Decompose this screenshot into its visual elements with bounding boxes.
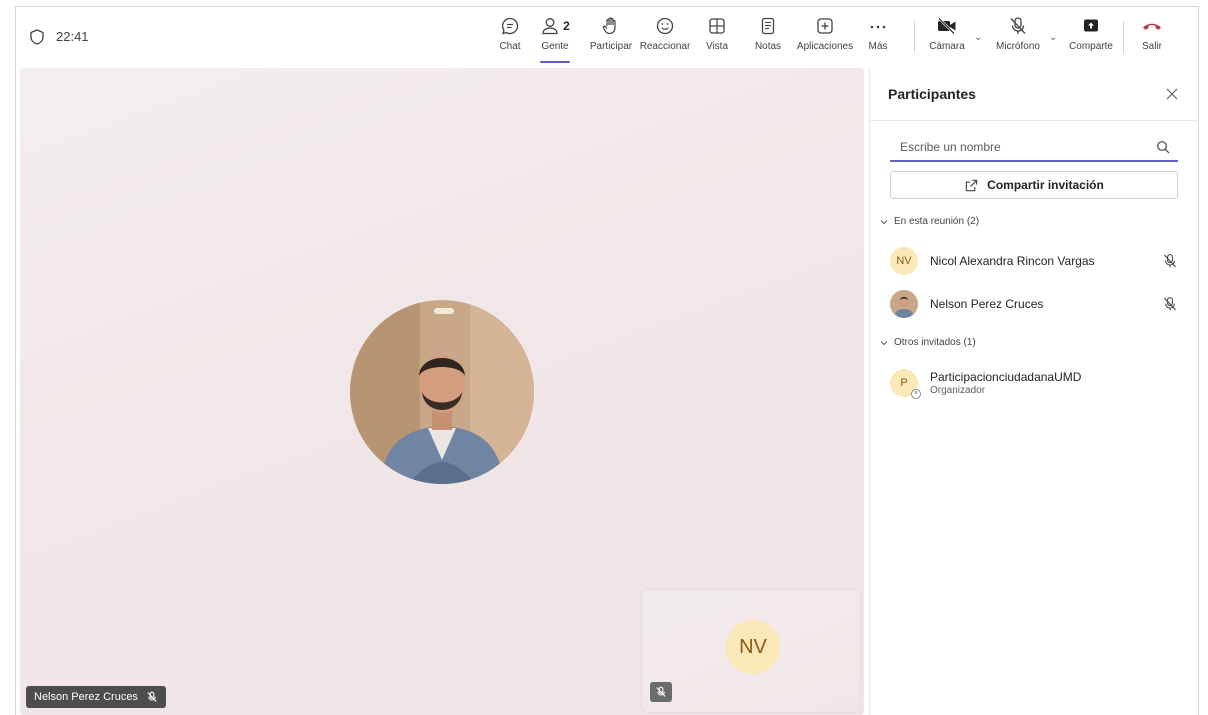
teams-meeting-window: 22:41 Chat 2 Gente Participar Reaccionar…	[0, 0, 1208, 715]
camera-off-icon	[938, 17, 956, 35]
participants-panel: Participantes Compartir invitación	[869, 68, 1199, 715]
participant-avatar	[890, 290, 918, 318]
toolbar-separator	[1123, 21, 1124, 53]
search-input[interactable]	[890, 134, 1140, 160]
leave-button[interactable]: Salir	[1137, 13, 1167, 63]
participant-row[interactable]: NV Nicol Alexandra Rincon Vargas	[890, 246, 1182, 276]
notes-button[interactable]: Notas	[749, 13, 787, 63]
participant-search	[890, 134, 1178, 162]
active-tab-indicator	[540, 61, 570, 63]
chat-button[interactable]: Chat	[492, 13, 528, 63]
more-button[interactable]: Más	[866, 13, 890, 63]
react-button[interactable]: Reaccionar	[636, 13, 694, 63]
participant-avatar: NV	[890, 247, 918, 275]
not-joined-status-icon: ×	[911, 389, 921, 399]
mic-off-icon	[1164, 297, 1176, 311]
share-icon	[965, 179, 978, 191]
panel-divider	[870, 120, 1199, 121]
mic-off-icon	[1164, 254, 1176, 268]
participant-photo	[890, 290, 918, 318]
mic-off-icon	[147, 691, 157, 702]
toolbar-separator	[914, 21, 915, 53]
participant-row[interactable]: Nelson Perez Cruces	[890, 289, 1182, 319]
hand-icon	[602, 17, 616, 35]
people-button[interactable]: 2 Gente	[534, 13, 576, 63]
panel-title: Participantes	[888, 86, 976, 102]
chevron-down-icon	[880, 340, 888, 345]
window-border-left	[15, 6, 16, 715]
mic-off-icon	[656, 686, 666, 697]
chevron-down-icon	[880, 219, 888, 224]
invitee-info: ParticipacionciudadanaUMD Organizador	[930, 370, 1081, 396]
smiley-icon	[656, 17, 674, 35]
view-button[interactable]: Vista	[702, 13, 732, 63]
share-screen-button[interactable]: Comparte	[1066, 13, 1116, 63]
meeting-toolbar: 22:41 Chat 2 Gente Participar Reaccionar…	[16, 7, 1198, 65]
add-app-icon	[817, 18, 833, 34]
apps-button[interactable]: Aplicaciones	[792, 13, 858, 63]
in-meeting-section-header[interactable]: En esta reunión (2)	[880, 216, 979, 227]
meeting-timer: 22:41	[56, 29, 89, 44]
window-border-right	[1198, 6, 1199, 715]
camera-button[interactable]: Cámara	[926, 13, 968, 63]
other-invitees-section-header[interactable]: Otros invitados (1)	[880, 337, 976, 348]
notes-icon	[761, 17, 775, 35]
mic-options-chevron-icon[interactable]: ⌄	[1049, 32, 1057, 43]
close-icon[interactable]	[1164, 86, 1180, 102]
invitee-row[interactable]: P × ParticipacionciudadanaUMD Organizado…	[890, 368, 1182, 399]
participant-name: Nelson Perez Cruces	[930, 297, 1044, 311]
more-icon	[870, 25, 886, 29]
self-view-tile[interactable]: NV	[641, 589, 861, 713]
camera-options-chevron-icon[interactable]: ⌄	[974, 32, 982, 43]
grid-view-icon	[709, 18, 725, 34]
invitee-role: Organizador	[930, 385, 986, 396]
self-mic-status	[650, 682, 672, 702]
microphone-button[interactable]: Micrófono	[990, 13, 1046, 63]
self-avatar: NV	[726, 620, 780, 674]
speaker-nameplate: Nelson Perez Cruces	[26, 686, 166, 708]
people-count: 2	[563, 19, 570, 33]
share-screen-icon	[1084, 19, 1098, 32]
search-icon[interactable]	[1156, 140, 1170, 154]
raise-hand-button[interactable]: Participar	[584, 13, 638, 63]
invitee-avatar: P ×	[890, 369, 921, 399]
invitee-name: ParticipacionciudadanaUMD	[930, 370, 1082, 384]
speaker-photo	[350, 300, 534, 484]
people-icon	[542, 18, 558, 35]
chat-icon	[501, 17, 519, 35]
hang-up-icon	[1143, 23, 1161, 30]
mic-off-icon	[1010, 17, 1026, 34]
shield-icon	[30, 29, 44, 45]
participant-name: Nicol Alexandra Rincon Vargas	[930, 254, 1095, 268]
speaker-avatar	[350, 300, 534, 484]
share-invite-button[interactable]: Compartir invitación	[890, 171, 1178, 199]
